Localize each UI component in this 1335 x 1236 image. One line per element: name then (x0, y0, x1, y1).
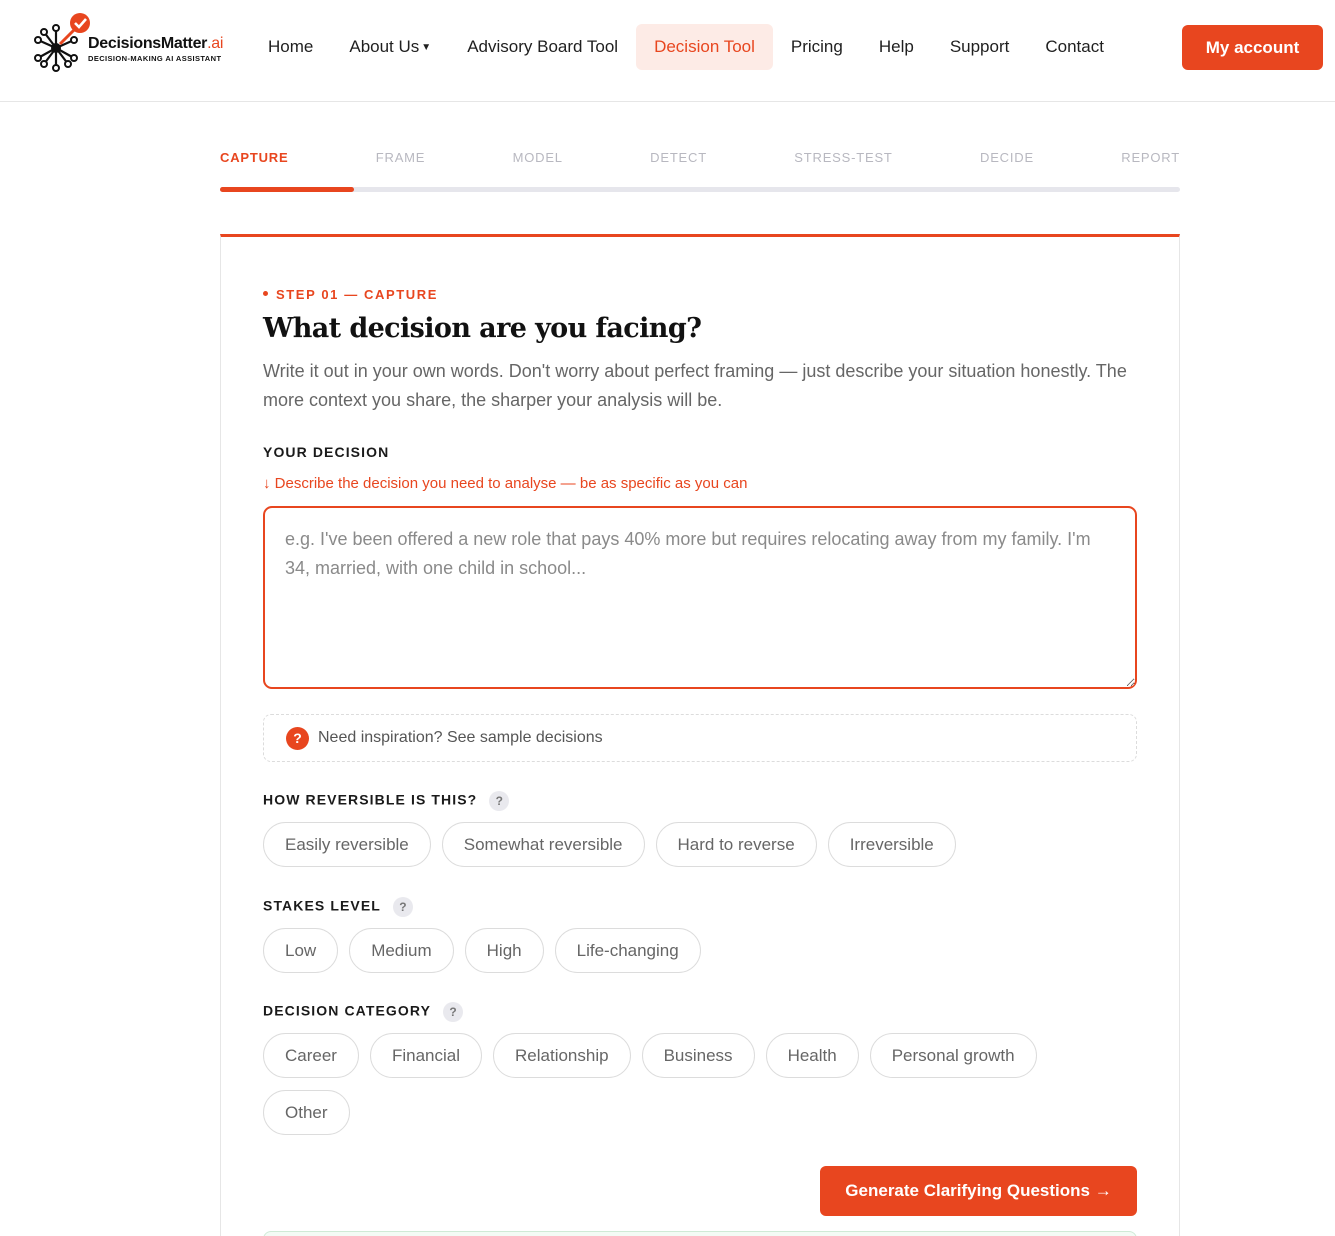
step-model[interactable]: MODEL (513, 150, 563, 180)
capture-card: STEP 01 — CAPTURE What decision are you … (220, 234, 1180, 1236)
chip-easily-reversible[interactable]: Easily reversible (263, 822, 431, 867)
step-progress-bar (220, 187, 1180, 192)
chip-medium[interactable]: Medium (349, 928, 454, 973)
help-icon[interactable]: ? (443, 1002, 464, 1022)
nav-advisory-board-tool[interactable]: Advisory Board Tool (449, 24, 636, 70)
chip-low[interactable]: Low (263, 928, 339, 973)
chip-personal-growth[interactable]: Personal growth (869, 1033, 1037, 1078)
brand-name: DecisionsMatter.ai (88, 35, 224, 52)
main-nav: Home About Us ▼ Advisory Board Tool Decis… (250, 24, 1122, 70)
chip-business[interactable]: Business (641, 1033, 755, 1078)
step-stress-test[interactable]: STRESS-TEST (794, 150, 892, 180)
step-tracker: CAPTURE FRAME MODEL DETECT STRESS-TEST D… (220, 150, 1180, 192)
step-report[interactable]: REPORT (1121, 150, 1180, 180)
stakes-label: STAKES LEVEL? (263, 897, 413, 917)
chip-health[interactable]: Health (765, 1033, 859, 1078)
chip-somewhat-reversible[interactable]: Somewhat reversible (441, 822, 645, 867)
category-options: Career Financial Relationship Business H… (263, 1033, 1143, 1147)
help-icon[interactable]: ? (489, 791, 510, 811)
site-header: DecisionsMatter.ai DECISION-MAKING AI AS… (0, 0, 1335, 102)
generate-clarifying-questions-button[interactable]: Generate Clarifying Questions → (820, 1166, 1137, 1216)
chevron-down-icon: ▼ (421, 41, 432, 53)
reversibility-options: Easily reversible Somewhat reversible Ha… (263, 822, 1143, 879)
step-capture[interactable]: CAPTURE (220, 150, 288, 180)
help-icon[interactable]: ? (392, 897, 413, 917)
chip-life-changing[interactable]: Life-changing (554, 928, 701, 973)
nav-decision-tool[interactable]: Decision Tool (636, 24, 773, 70)
reversibility-label: HOW REVERSIBLE IS THIS?? (263, 791, 510, 811)
step-eyebrow: STEP 01 — CAPTURE (263, 287, 438, 302)
bullet-dot-icon (263, 291, 268, 297)
nav-pricing[interactable]: Pricing (773, 24, 861, 70)
chip-other[interactable]: Other (263, 1090, 350, 1135)
step-labels: CAPTURE FRAME MODEL DETECT STRESS-TEST D… (220, 150, 1180, 180)
my-account-button[interactable]: My account (1182, 25, 1323, 70)
step-decide[interactable]: DECIDE (980, 150, 1034, 180)
sample-decisions-toggle[interactable]: ? Need inspiration? See sample decisions (263, 714, 1137, 762)
stakes-options: Low Medium High Life-changing (263, 928, 1143, 985)
status-panel (263, 1231, 1137, 1236)
network-logo-icon (34, 13, 90, 72)
chip-high[interactable]: High (464, 928, 544, 973)
page-title: What decision are you facing? (263, 313, 702, 344)
chip-career[interactable]: Career (263, 1033, 359, 1078)
nav-home[interactable]: Home (250, 24, 331, 70)
nav-support[interactable]: Support (932, 24, 1028, 70)
chip-financial[interactable]: Financial (369, 1033, 483, 1078)
step-progress-fill (220, 187, 355, 192)
category-label: DECISION CATEGORY? (263, 1002, 464, 1022)
step-detect[interactable]: DETECT (650, 150, 707, 180)
chip-hard-to-reverse[interactable]: Hard to reverse (655, 822, 817, 867)
brand-logo[interactable]: DecisionsMatter.ai DECISION-MAKING AI AS… (30, 10, 240, 76)
nav-contact[interactable]: Contact (1027, 24, 1122, 70)
step-frame[interactable]: FRAME (376, 150, 426, 180)
brand-tagline: DECISION-MAKING AI ASSISTANT (88, 54, 222, 63)
chip-irreversible[interactable]: Irreversible (827, 822, 956, 867)
decision-hint: ↓ Describe the decision you need to anal… (263, 475, 748, 492)
nav-help[interactable]: Help (861, 24, 932, 70)
brand-wordmark: DecisionsMatter.ai DECISION-MAKING AI AS… (88, 35, 223, 63)
sample-decisions-label: Need inspiration? See sample decisions (318, 729, 603, 746)
decision-textarea[interactable] (263, 506, 1137, 689)
question-icon: ? (286, 726, 309, 750)
chip-relationship[interactable]: Relationship (493, 1033, 631, 1078)
decision-label: YOUR DECISION (263, 444, 390, 460)
page-subtitle: Write it out in your own words. Don't wo… (263, 361, 1127, 410)
nav-about-us[interactable]: About Us ▼ (331, 24, 449, 70)
